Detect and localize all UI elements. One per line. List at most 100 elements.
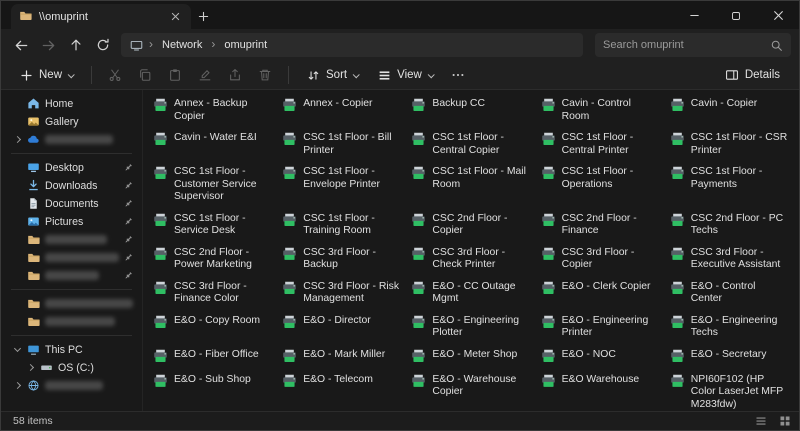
file-item[interactable]: CSC 2nd Floor - Finance — [537, 210, 664, 241]
thumbnails-view-icon[interactable] — [779, 415, 791, 427]
file-item[interactable]: CSC 2nd Floor - Power Marketing — [149, 244, 276, 275]
file-item[interactable]: E&O Warehouse — [537, 371, 664, 412]
chevron-right-icon[interactable] — [14, 136, 21, 143]
file-item[interactable]: E&O - Engineering Printer — [537, 312, 664, 343]
chevron-down-icon[interactable] — [14, 346, 21, 353]
file-item-label: E&O - Secretary — [691, 349, 767, 362]
file-item[interactable]: CSC 1st Floor - Mail Room — [407, 163, 534, 207]
file-item[interactable]: CSC 2nd Floor - PC Techs — [666, 210, 793, 241]
file-item[interactable]: NPI60F102 (HP Color LaserJet MFP M283fdw… — [666, 371, 793, 412]
sidebar-item-redacted[interactable] — [4, 295, 139, 312]
sort-button[interactable]: Sort — [298, 65, 367, 86]
file-item[interactable]: E&O - Telecom — [278, 371, 405, 412]
sidebar-item-redacted[interactable] — [4, 267, 139, 284]
back-button[interactable] — [9, 33, 34, 57]
file-item[interactable]: CSC 3rd Floor - Backup — [278, 244, 405, 275]
file-item[interactable]: CSC 3rd Floor - Check Printer — [407, 244, 534, 275]
search-input[interactable] — [603, 39, 764, 51]
file-item[interactable]: CSC 1st Floor - Payments — [666, 163, 793, 207]
sidebar-item-redacted[interactable] — [4, 249, 139, 266]
file-item[interactable]: CSC 1st Floor - Training Room — [278, 210, 405, 241]
sidebar-item-redacted[interactable] — [4, 231, 139, 248]
file-item[interactable]: E&O - Mark Miller — [278, 346, 405, 368]
details-view-icon[interactable] — [755, 415, 767, 427]
printer-icon — [541, 349, 556, 364]
sidebar-item-os-c[interactable]: OS (C:) — [4, 359, 139, 376]
file-item[interactable]: E&O - Engineering Techs — [666, 312, 793, 343]
sidebar-item-desktop[interactable]: Desktop — [4, 159, 139, 176]
file-item[interactable]: CSC 1st Floor - Customer Service Supervi… — [149, 163, 276, 207]
file-area[interactable]: Annex - Backup CopierAnnex - CopierBacku… — [143, 90, 799, 411]
window-tab[interactable]: \\omuprint — [11, 4, 191, 29]
file-item[interactable]: Cavin - Control Room — [537, 95, 664, 126]
forward-button[interactable] — [36, 33, 61, 57]
file-item[interactable]: E&O - Meter Shop — [407, 346, 534, 368]
sidebar-item-redacted[interactable] — [4, 377, 139, 394]
sidebar-item-downloads[interactable]: Downloads — [4, 177, 139, 194]
more-options-button[interactable] — [444, 63, 472, 87]
file-item[interactable]: E&O - Director — [278, 312, 405, 343]
file-item[interactable]: CSC 3rd Floor - Finance Color — [149, 278, 276, 309]
breadcrumb-network[interactable]: Network — [159, 38, 205, 52]
sidebar-item-documents[interactable]: Documents — [4, 195, 139, 212]
file-item[interactable]: E&O - Control Center — [666, 278, 793, 309]
printer-icon — [282, 213, 297, 228]
file-item[interactable]: E&O - NOC — [537, 346, 664, 368]
file-item-label: CSC 3rd Floor - Backup — [303, 247, 401, 272]
close-button[interactable] — [757, 2, 799, 29]
minimize-button[interactable] — [673, 2, 715, 29]
chevron-right-icon[interactable] — [27, 364, 34, 371]
breadcrumb-omuprint[interactable]: omuprint — [221, 38, 270, 52]
sidebar-item-redacted[interactable] — [4, 313, 139, 330]
file-item[interactable]: Cavin - Water E&I — [149, 129, 276, 160]
file-item[interactable]: CSC 2nd Floor - Copier — [407, 210, 534, 241]
up-button[interactable] — [63, 33, 88, 57]
file-item-label: E&O - Clerk Copier — [562, 281, 651, 294]
chevron-right-icon[interactable] — [14, 382, 21, 389]
tab-close-icon[interactable] — [167, 9, 183, 25]
file-item-label: CSC 2nd Floor - Copier — [432, 213, 530, 238]
sidebar-item-home[interactable]: Home — [4, 95, 139, 112]
file-item[interactable]: CSC 1st Floor - Envelope Printer — [278, 163, 405, 207]
file-item[interactable]: E&O - Fiber Office — [149, 346, 276, 368]
file-item[interactable]: CSC 3rd Floor - Risk Management — [278, 278, 405, 309]
file-item[interactable]: E&O - Engineering Plotter — [407, 312, 534, 343]
file-item[interactable]: CSC 1st Floor - Operations — [537, 163, 664, 207]
file-item[interactable]: E&O - CC Outage Mgmt — [407, 278, 534, 309]
cut-button[interactable] — [101, 63, 129, 87]
sidebar-item-redacted[interactable] — [4, 131, 139, 148]
file-item[interactable]: E&O - Clerk Copier — [537, 278, 664, 309]
file-item[interactable]: Annex - Copier — [278, 95, 405, 126]
file-item[interactable]: CSC 1st Floor - CSR Printer — [666, 129, 793, 160]
sidebar-item-pictures[interactable]: Pictures — [4, 213, 139, 230]
file-item[interactable]: CSC 3rd Floor - Copier — [537, 244, 664, 275]
maximize-button[interactable] — [715, 2, 757, 29]
file-item[interactable]: Cavin - Copier — [666, 95, 793, 126]
breadcrumb[interactable]: › Network › omuprint — [121, 33, 583, 57]
file-item[interactable]: CSC 1st Floor - Service Desk — [149, 210, 276, 241]
file-item[interactable]: E&O - Copy Room — [149, 312, 276, 343]
new-button[interactable]: New — [11, 65, 82, 86]
file-item[interactable]: E&O - Warehouse Copier — [407, 371, 534, 412]
file-item[interactable]: CSC 1st Floor - Central Copier — [407, 129, 534, 160]
file-item[interactable]: CSC 1st Floor - Bill Printer — [278, 129, 405, 160]
view-button[interactable]: View — [369, 65, 442, 86]
file-item[interactable]: CSC 1st Floor - Central Printer — [537, 129, 664, 160]
file-item[interactable]: Backup CC — [407, 95, 534, 126]
delete-button[interactable] — [251, 63, 279, 87]
new-tab-button[interactable] — [191, 4, 215, 28]
details-button[interactable]: Details — [716, 64, 789, 86]
file-item[interactable]: E&O - Secretary — [666, 346, 793, 368]
file-item[interactable]: CSC 3rd Floor - Executive Assistant — [666, 244, 793, 275]
sidebar-item-label: Downloads — [45, 180, 119, 192]
file-item[interactable]: E&O - Sub Shop — [149, 371, 276, 412]
copy-button[interactable] — [131, 63, 159, 87]
share-button[interactable] — [221, 63, 249, 87]
sidebar-item-gallery[interactable]: Gallery — [4, 113, 139, 130]
refresh-button[interactable] — [90, 33, 115, 57]
sidebar-item-this-pc[interactable]: This PC — [4, 341, 139, 358]
search-box[interactable] — [595, 33, 791, 57]
paste-button[interactable] — [161, 63, 189, 87]
rename-button[interactable] — [191, 63, 219, 87]
file-item[interactable]: Annex - Backup Copier — [149, 95, 276, 126]
